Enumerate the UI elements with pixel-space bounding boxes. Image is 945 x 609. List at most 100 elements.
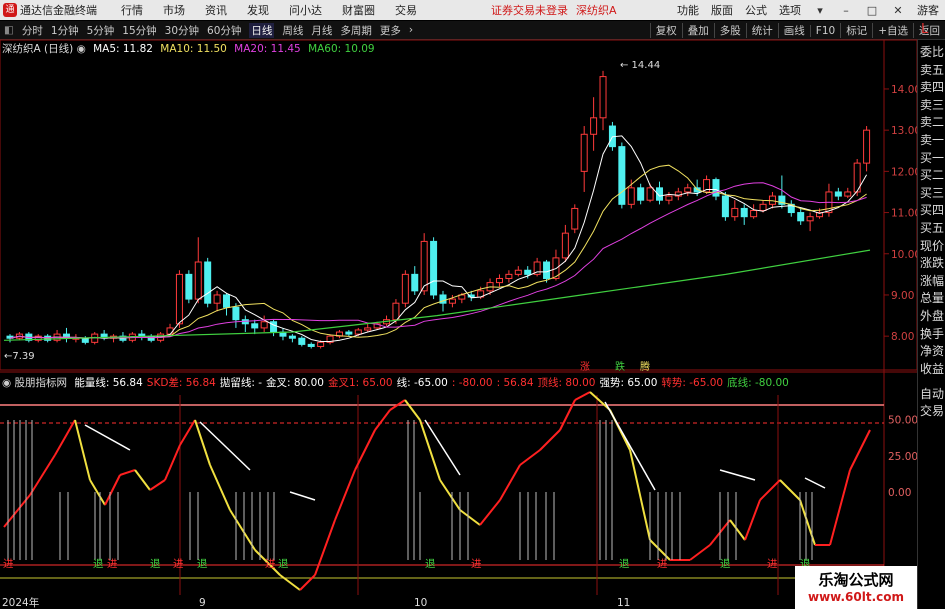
energy-line-segment [374,409,391,431]
candle-body [684,187,692,193]
candle-body [298,337,306,345]
candle-body [495,277,503,284]
indicator-tick-label: 0.00 [888,487,911,499]
candle-body [194,261,202,300]
ma5-label: MA5: 11.82 [93,43,153,55]
x-axis-label: 9 [199,597,206,609]
energy-line-segment [194,419,211,466]
indicator-value-6: : -80.00 [451,377,493,389]
candle-body [797,212,805,222]
signal-exit: 退 [278,558,289,570]
side-label: 涨跌 [920,256,945,271]
energy-line-segment [179,419,196,446]
candle-body [223,294,230,308]
energy-line-segment [279,574,301,591]
side-label: 卖三 [920,97,945,112]
side-label: 委比 [920,45,945,59]
signal-exit: 退 [93,558,104,570]
side-label: 买一 [920,150,945,165]
candle-body [420,240,428,292]
candle-body [844,191,852,197]
ma-settings-icon[interactable]: ◉ [77,43,86,55]
signal-enter: 进 [3,558,14,570]
ma10-line [9,164,867,339]
candle-body [740,207,748,218]
candle-body [448,298,456,304]
side-label: 卖二 [920,115,945,130]
side-label: 卖一 [920,133,945,147]
watermark-title: 乐淘公式网 [818,571,894,589]
hold-line [84,424,131,451]
candle-body [213,294,221,304]
energy-line-segment [574,391,591,401]
energy-line-segment [209,464,231,511]
kline-chart[interactable]: 14.0013.0012.0011.0010.009.008.00← 14.44… [0,0,945,609]
energy-line-segment [779,479,801,501]
indicator-tick-label: 25.00 [888,451,918,463]
watermark: 乐淘公式网 www.60lt.com [795,566,917,609]
side-label: 买二 [920,168,945,183]
candle-body [599,76,607,119]
low-label: ←7.39 [4,351,35,362]
energy-line-segment [799,499,816,546]
chart-title: 深纺织A (日线) [2,43,74,55]
energy-line-segment [119,469,136,476]
candle-body [543,261,551,279]
candle-body [204,261,212,304]
energy-line-segment [314,519,336,576]
signal-label: 跌 [615,360,625,373]
energy-line-segment [459,509,481,526]
energy-line-segment [499,464,521,501]
side-label: 买三 [920,185,945,200]
side-panel-toggle[interactable]: L [921,22,928,37]
side-label: 现价 [920,238,945,253]
candle-body [618,146,626,205]
indicator-value-1: SKD差: 56.84 [146,377,216,389]
energy-line-segment [729,519,746,541]
hold-line [719,469,756,481]
candle-body [571,207,579,230]
hold-line [804,477,826,489]
energy-line-segment [649,539,671,561]
candle-body [637,187,645,201]
hold-line [424,419,461,476]
signal-exit: 退 [619,558,630,570]
signal-label: 腾 [640,360,650,373]
candle-body [514,269,522,275]
candle-body [354,329,362,335]
energy-line-segment [54,419,76,456]
candle-body [863,129,871,164]
x-axis-label: 10 [414,597,427,609]
candle-body [750,210,758,218]
candle-body [317,341,325,347]
signal-exit: 退 [150,558,161,570]
side-label-lower[interactable]: 自动 [920,385,945,402]
side-label: 外盘 [920,309,945,323]
candle-body [251,323,259,329]
signal-exit: 退 [425,558,436,570]
ma5-line [9,135,868,342]
price-tick-label: 8.00 [891,331,914,343]
watermark-url: www.60lt.com [807,590,905,604]
indicator-value-9: 强势: 65.00 [599,377,658,389]
signal-exit: 退 [197,558,208,570]
indicator-value-7: : 56.84 [496,377,534,389]
candle-body [232,306,240,321]
indicator-value-4: 金叉1: 65.00 [327,377,393,389]
side-label-lower[interactable]: 交易 [920,402,945,419]
indicator-value-5: 线: -65.00 [396,377,448,389]
indicator-value-8: 顶线: 80.00 [537,377,596,389]
hold-line [289,491,316,501]
candle-body [430,240,438,296]
price-info-row: 深纺织A (日线) ◉ MA5: 11.82 MA10: 11.50 MA20:… [2,41,375,55]
candle-body [364,327,372,331]
signal-enter: 进 [107,558,118,570]
candle-body [712,179,720,197]
energy-line-segment [759,479,781,501]
indicator-name[interactable]: 股朋指标网 [15,377,68,389]
indicator-info-row: ◉ 股朋指标网 能量线: 56.84 SKD差: 56.84 拋留线: - 金叉: 8… [2,375,789,389]
indicator-settings-icon[interactable]: ◉ [2,377,11,389]
energy-line-segment [589,391,611,411]
energy-line-segment [229,509,256,551]
candle-body [260,321,268,329]
